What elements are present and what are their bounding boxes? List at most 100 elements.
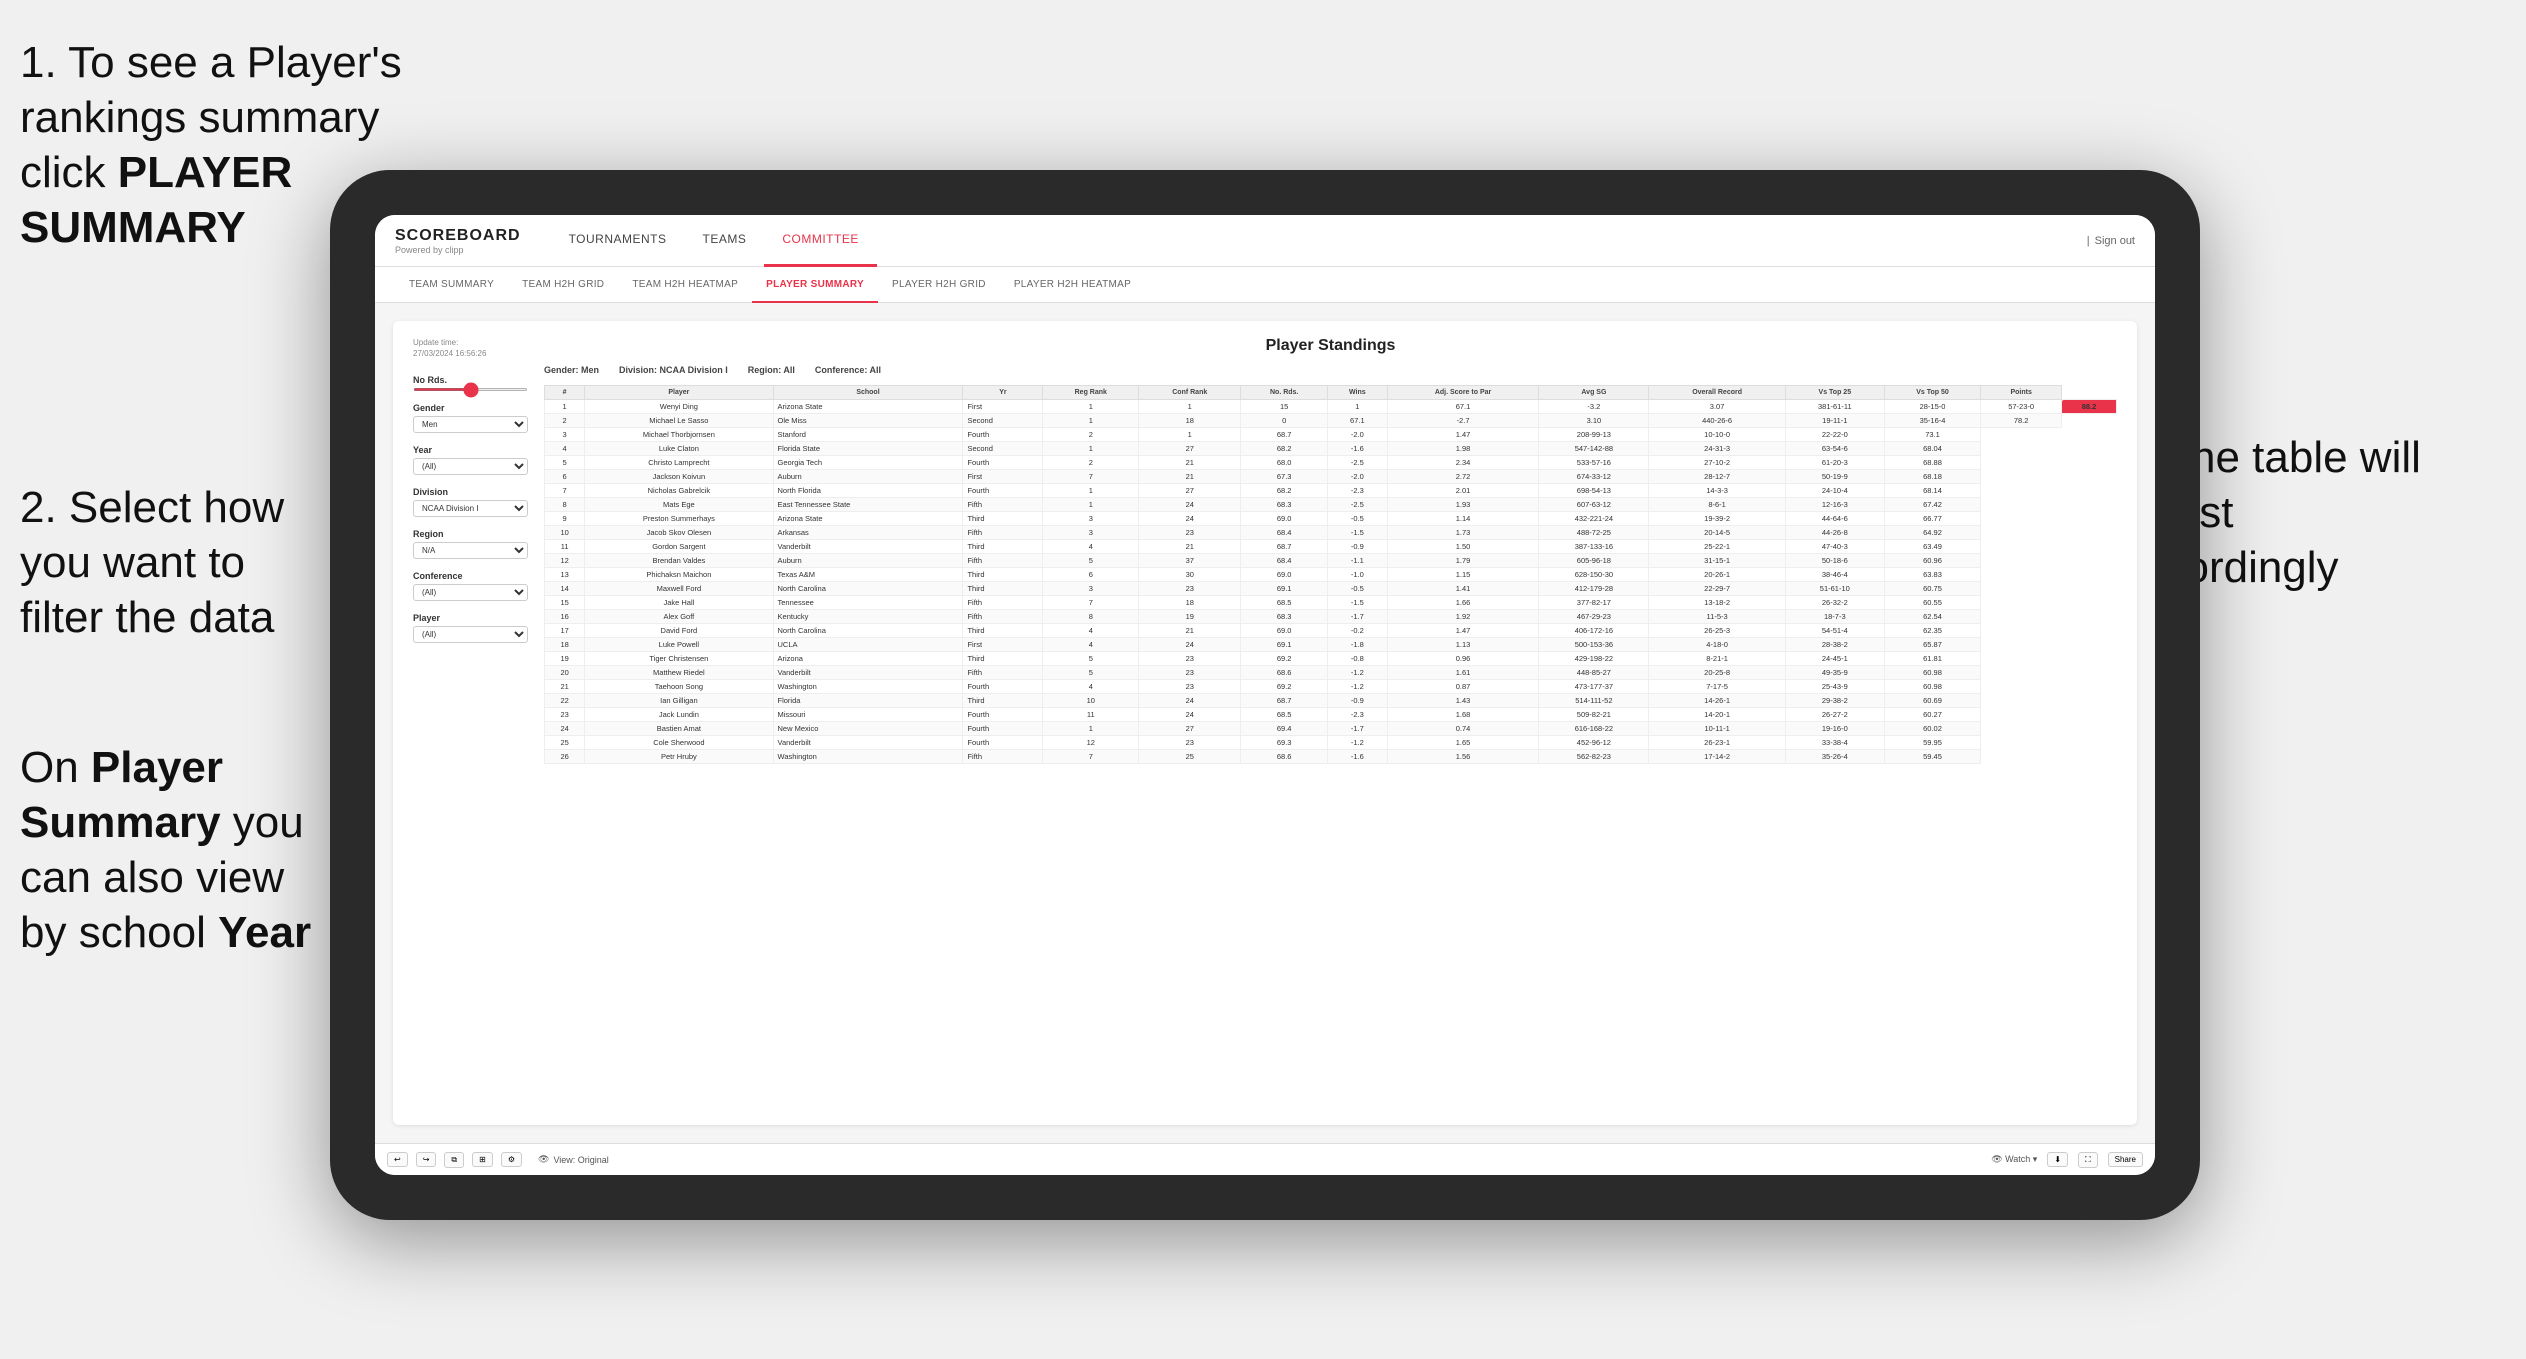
table-cell: 14-20-1 <box>1649 708 1785 722</box>
table-row: 5Christo LamprechtGeorgia TechFourth2216… <box>545 456 2117 470</box>
subnav-player-h2h-grid[interactable]: PLAYER H2H GRID <box>878 267 1000 303</box>
filter-button[interactable]: ⊞ <box>472 1152 493 1167</box>
table-cell: 47-40-3 <box>1785 540 1884 554</box>
table-cell: -2.0 <box>1328 470 1388 484</box>
share-button[interactable]: Share <box>2108 1152 2143 1167</box>
filter-row-region: Region: All <box>748 365 795 375</box>
no-rds-slider[interactable] <box>413 388 528 391</box>
table-cell: 448-85-27 <box>1539 666 1649 680</box>
filter-row-conference: Conference: All <box>815 365 881 375</box>
table-cell: -1.0 <box>1328 568 1388 582</box>
gender-select[interactable]: Men Women <box>413 416 528 433</box>
table-cell: -1.1 <box>1328 554 1388 568</box>
table-cell: 1.93 <box>1387 498 1539 512</box>
region-select[interactable]: N/A All <box>413 542 528 559</box>
table-cell: -1.7 <box>1328 722 1388 736</box>
table-cell: Fifth <box>963 750 1043 764</box>
table-cell: 27 <box>1139 722 1241 736</box>
table-cell: 381-61-11 <box>1785 400 1884 414</box>
player-select[interactable]: (All) <box>413 626 528 643</box>
table-cell: 14-3-3 <box>1649 484 1785 498</box>
table-cell: 24-10-4 <box>1785 484 1884 498</box>
table-cell: 11 <box>1043 708 1139 722</box>
fullscreen-button[interactable]: ⛶ <box>2078 1152 2098 1168</box>
table-title: Player Standings <box>544 337 2117 355</box>
table-cell: 38-46-4 <box>1785 568 1884 582</box>
instruction-on-bold2: Year <box>218 908 311 957</box>
table-cell: 23 <box>545 708 585 722</box>
table-cell: 67.42 <box>1884 498 1980 512</box>
nav-tournaments[interactable]: TOURNAMENTS <box>551 215 685 267</box>
table-cell: Fourth <box>963 428 1043 442</box>
table-cell: -2.5 <box>1328 498 1388 512</box>
table-cell: 2 <box>545 414 585 428</box>
table-cell: 26-32-2 <box>1785 596 1884 610</box>
col-adj-score: Adj. Score to Par <box>1387 386 1539 400</box>
subnav-team-h2h-heatmap[interactable]: TEAM H2H HEATMAP <box>618 267 752 303</box>
undo-button[interactable]: ↩ <box>387 1152 408 1167</box>
table-row: 24Bastien AmatNew MexicoFourth12769.4-1.… <box>545 722 2117 736</box>
table-cell: Alex Goff <box>585 610 773 624</box>
table-cell: 1 <box>1043 722 1139 736</box>
table-cell: Luke Powell <box>585 638 773 652</box>
update-time: Update time: 27/03/2024 16:56:26 <box>413 337 528 359</box>
subnav-player-h2h-heatmap[interactable]: PLAYER H2H HEATMAP <box>1000 267 1145 303</box>
filter-row-division: Division: NCAA Division I <box>619 365 728 375</box>
subnav-player-summary[interactable]: PLAYER SUMMARY <box>752 267 878 303</box>
table-cell: 20 <box>545 666 585 680</box>
table-cell: 16 <box>545 610 585 624</box>
table-cell: New Mexico <box>773 722 963 736</box>
pipe-separator: | <box>2087 235 2090 247</box>
sign-out-area: | Sign out <box>2087 235 2135 247</box>
view-selector[interactable]: 👁 View: Original <box>538 1154 609 1165</box>
table-cell: 488-72-25 <box>1539 526 1649 540</box>
conference-select[interactable]: (All) SEC ACC Big Ten <box>413 584 528 601</box>
nav-teams[interactable]: TEAMS <box>685 215 765 267</box>
settings-button[interactable]: ⚙ <box>501 1152 522 1167</box>
table-cell: 63.83 <box>1884 568 1980 582</box>
table-cell: 69.2 <box>1241 680 1328 694</box>
table-cell: 3 <box>1043 582 1139 596</box>
nav-committee[interactable]: COMMITTEE <box>764 215 877 267</box>
copy-button[interactable]: ⧉ <box>444 1152 464 1168</box>
table-row: 20Matthew RiedelVanderbiltFifth52368.6-1… <box>545 666 2117 680</box>
table-cell: 12 <box>545 554 585 568</box>
update-time-value: 27/03/2024 16:56:26 <box>413 349 486 358</box>
table-row: 15Jake HallTennesseeFifth71868.5-1.51.66… <box>545 596 2117 610</box>
table-cell: Texas A&M <box>773 568 963 582</box>
table-cell: East Tennessee State <box>773 498 963 512</box>
sign-out-link[interactable]: Sign out <box>2095 235 2135 247</box>
table-cell: 387-133-16 <box>1539 540 1649 554</box>
table-cell: 10-10-0 <box>1649 428 1785 442</box>
table-cell: 17-14-2 <box>1649 750 1785 764</box>
table-cell: 1.14 <box>1387 512 1539 526</box>
main-nav: TOURNAMENTS TEAMS COMMITTEE <box>551 215 2087 267</box>
table-cell: North Carolina <box>773 624 963 638</box>
table-cell: 60.75 <box>1884 582 1980 596</box>
filter-year-group: Year (All) First Second Third Fourth Fif… <box>413 445 528 475</box>
table-cell: 61-20-3 <box>1785 456 1884 470</box>
subnav-team-summary[interactable]: TEAM SUMMARY <box>395 267 508 303</box>
table-cell: 24 <box>1139 638 1241 652</box>
download-button[interactable]: ⬇ <box>2047 1152 2068 1167</box>
watch-btn[interactable]: 👁 Watch ▾ <box>1991 1154 2037 1165</box>
table-row: 12Brendan ValdesAuburnFifth53768.4-1.11.… <box>545 554 2117 568</box>
table-cell: 61.81 <box>1884 652 1980 666</box>
redo-button[interactable]: ↪ <box>416 1152 437 1167</box>
table-row: 6Jackson KoivunAuburnFirst72167.3-2.02.7… <box>545 470 2117 484</box>
table-cell: 21 <box>545 680 585 694</box>
table-cell: Washington <box>773 750 963 764</box>
table-cell: Missouri <box>773 708 963 722</box>
table-cell: 7-17-5 <box>1649 680 1785 694</box>
year-select[interactable]: (All) First Second Third Fourth Fifth <box>413 458 528 475</box>
subnav-team-h2h-grid[interactable]: TEAM H2H GRID <box>508 267 618 303</box>
table-cell: 8-21-1 <box>1649 652 1785 666</box>
table-cell: 2 <box>1043 456 1139 470</box>
table-cell: 59.45 <box>1884 750 1980 764</box>
table-row: 8Mats EgeEast Tennessee StateFifth12468.… <box>545 498 2117 512</box>
division-select[interactable]: NCAA Division I NCAA Division II NCAA Di… <box>413 500 528 517</box>
table-cell: -1.5 <box>1328 596 1388 610</box>
table-cell: 68.88 <box>1884 456 1980 470</box>
col-avg-sg: Avg SG <box>1539 386 1649 400</box>
region-label: Region <box>413 529 528 539</box>
